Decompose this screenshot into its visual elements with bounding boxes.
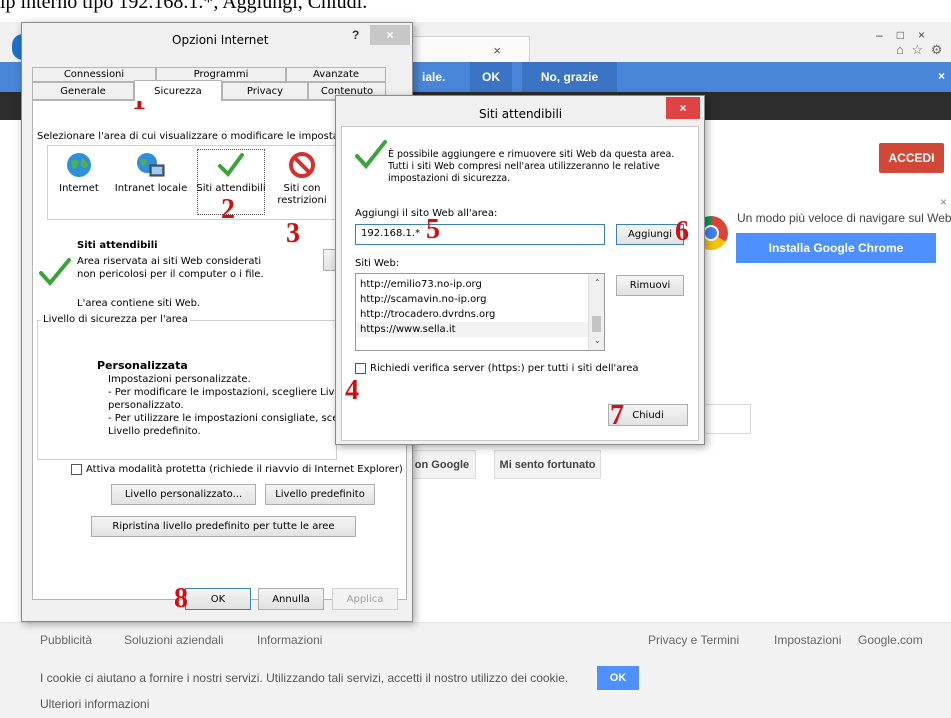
search-box-edge[interactable] — [706, 404, 751, 434]
google-search-button[interactable]: on Google — [408, 450, 476, 479]
globe-icon — [67, 153, 91, 177]
trusted-sites-close-button[interactable]: × — [666, 97, 700, 119]
cancel-button[interactable]: Annulla — [258, 588, 324, 610]
cookie-text: I cookie ci aiutano a fornire i nostri s… — [40, 671, 569, 685]
checkmark-icon — [218, 153, 244, 178]
require-https-checkbox[interactable] — [355, 363, 366, 374]
minimize-button[interactable]: – — [876, 28, 883, 42]
custom-level-description: Impostazioni personalizzate. - Per modif… — [108, 373, 353, 438]
trusted-sites-titlebar: Siti attendibili × — [336, 96, 704, 130]
custom-line: - Per utilizzare le impostazioni consigl… — [108, 413, 351, 424]
reset-all-zones-button[interactable]: Ripristina livello predefinito per tutte… — [91, 516, 356, 537]
tab-sicurezza[interactable]: Sicurezza — [134, 80, 222, 101]
scroll-down-icon[interactable]: ⌄ — [594, 336, 601, 345]
chrome-promo-text: Un modo più veloce di navigare sul Web — [737, 211, 951, 225]
list-item[interactable]: https://www.sella.it — [356, 322, 588, 337]
help-button[interactable]: ? — [352, 28, 359, 42]
zone-restricted[interactable]: Siti con restrizioni — [272, 150, 332, 214]
zone-internet[interactable]: Internet — [56, 150, 102, 214]
maximize-button[interactable]: □ — [897, 28, 904, 42]
protected-mode-checkbox[interactable] — [71, 464, 82, 475]
trusted-sites-body: È possibile aggiungere e rimuovere siti … — [341, 126, 699, 441]
notification-ok-button[interactable]: OK — [470, 62, 512, 92]
list-item[interactable]: http://scamavin.no-ip.org — [356, 292, 604, 307]
install-chrome-button[interactable]: Installa Google Chrome — [736, 233, 936, 263]
sites-list[interactable]: http://emilio73.no-ip.org http://scamavi… — [355, 273, 605, 351]
footer-link-business[interactable]: Soluzioni aziendali — [124, 633, 223, 647]
trusted-sites-dialog: Siti attendibili × È possibile aggiunger… — [335, 95, 705, 445]
add-site-button[interactable]: Aggiungi — [616, 224, 684, 245]
trusted-sites-title: Siti attendibili — [479, 107, 563, 121]
tab-generale[interactable]: Generale — [32, 82, 134, 100]
custom-level-button[interactable]: Livello personalizzato... — [111, 484, 256, 505]
scroll-thumb[interactable] — [592, 316, 601, 332]
footer-link-about[interactable]: Informazioni — [257, 633, 322, 647]
footer-links: Pubblicità Soluzioni aziendali Informazi… — [0, 622, 951, 658]
tab-close-icon[interactable]: × — [493, 43, 501, 58]
zone-title: Siti attendibili — [77, 240, 158, 251]
custom-line: - Per modificare le impostazioni, scegli… — [108, 387, 353, 398]
promo-close-icon[interactable]: × — [940, 195, 947, 209]
footer-link-privacy[interactable]: Privacy e Termini — [648, 633, 739, 647]
annotation-6: 6 — [675, 216, 689, 247]
footer-link-ads[interactable]: Pubblicità — [40, 633, 92, 647]
accedi-button[interactable]: ACCEDI — [879, 143, 944, 173]
window-close-button[interactable]: × — [918, 28, 925, 42]
trusted-sites-info: È possibile aggiungere e rimuovere siti … — [388, 149, 675, 184]
tab-privacy[interactable]: Privacy — [222, 82, 308, 100]
top-caption: ip interno tipo 192.168.1.*, Aggiungi, C… — [0, 0, 368, 13]
scroll-up-icon[interactable]: ⌃ — [594, 278, 601, 287]
custom-line: Impostazioni personalizzate. — [108, 374, 251, 385]
custom-line: personalizzato. — [108, 400, 184, 411]
zone-intranet-label: Intranet locale — [114, 183, 188, 194]
zone-list: Internet Intranet locale Siti attendibil… — [47, 145, 347, 220]
internet-options-titlebar: Opzioni Internet ? × — [22, 23, 412, 53]
annotation-5: 5 — [426, 214, 440, 245]
annotation-3: 3 — [286, 218, 300, 249]
zone-intranet[interactable]: Intranet locale — [114, 150, 188, 214]
annotation-7: 7 — [610, 400, 624, 431]
footer-link-google[interactable]: Google.com — [858, 633, 923, 647]
annotation-8: 8 — [174, 583, 188, 614]
trusted-zone-checkmark-icon — [39, 258, 71, 287]
no-entry-icon — [289, 152, 315, 178]
notification-text: iale. — [422, 70, 446, 84]
zone-restricted-label: Siti con restrizioni — [277, 183, 327, 206]
add-site-input[interactable]: 192.168.1.* — [355, 224, 605, 245]
feeling-lucky-button[interactable]: Mi sento fortunato — [494, 450, 601, 479]
annotation-2: 2 — [221, 194, 235, 225]
browser-tab[interactable]: × — [410, 36, 530, 62]
sites-list-label: Siti Web: — [355, 258, 400, 269]
security-level-label: Livello di sicurezza per l'area — [41, 313, 190, 326]
custom-level-title: Personalizzata — [97, 359, 188, 372]
more-info-link[interactable]: Ulteriori informazioni — [40, 697, 149, 711]
cookie-ok-button[interactable]: OK — [597, 666, 639, 690]
window-controls: – □ × — [876, 28, 946, 42]
intranet-icon — [137, 153, 165, 177]
zone-description: Area riservata ai siti Web considerati n… — [77, 256, 264, 280]
zone-contains-text: L'area contiene siti Web. — [77, 298, 201, 309]
ok-button[interactable]: OK — [185, 588, 251, 610]
default-level-button[interactable]: Livello predefinito — [265, 484, 375, 505]
toolbar-icons[interactable]: ⌂ ☆ ⚙ — [896, 42, 944, 58]
zone-prompt: Selezionare l'area di cui visualizzare o… — [37, 131, 363, 142]
internet-options-close-button[interactable]: × — [370, 25, 410, 45]
tab-avanzate[interactable]: Avanzate — [286, 67, 386, 82]
notification-close-icon[interactable]: × — [938, 69, 945, 83]
require-https-label: Richiedi verifica server (https:) per tu… — [370, 363, 639, 374]
cookie-bar: I cookie ci aiutano a fornire i nostri s… — [0, 658, 951, 718]
sites-scrollbar[interactable]: ⌃ ⌄ — [588, 274, 604, 350]
remove-site-button[interactable]: Rimuovi — [616, 275, 684, 296]
annotation-4: 4 — [345, 375, 359, 406]
protected-mode-label: Attiva modalità protetta (richiede il ri… — [86, 464, 403, 475]
list-item[interactable]: http://trocadero.dvrdns.org — [356, 307, 604, 322]
footer-link-settings[interactable]: Impostazioni — [774, 633, 841, 647]
list-item[interactable]: http://emilio73.no-ip.org — [356, 277, 604, 292]
trusted-sites-checkmark-icon — [355, 140, 387, 170]
internet-options-title: Opzioni Internet — [172, 33, 269, 47]
custom-line: Livello predefinito. — [108, 426, 201, 437]
zone-internet-label: Internet — [59, 183, 99, 194]
apply-button[interactable]: Applica — [332, 588, 398, 610]
notification-no-button[interactable]: No, grazie — [522, 62, 617, 92]
